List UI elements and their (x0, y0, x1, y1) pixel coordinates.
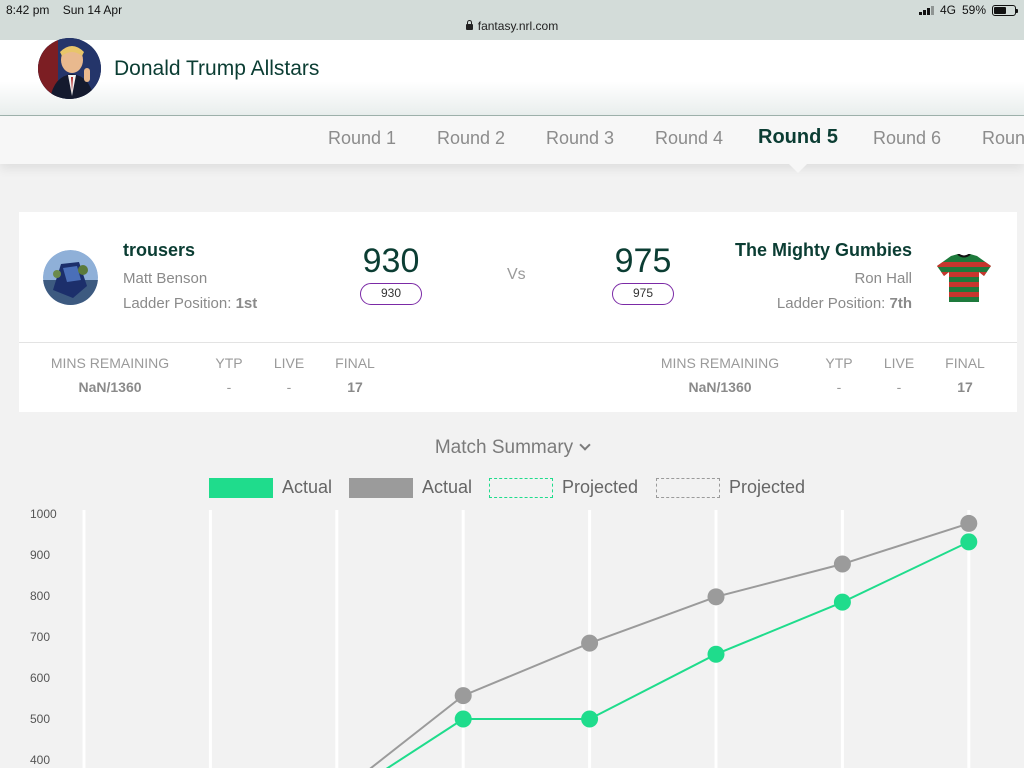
data-point-away-round-6 (707, 588, 725, 606)
card-divider (19, 342, 1017, 343)
legend-away-projected: Projected (656, 477, 805, 498)
chevron-down-icon (579, 439, 591, 451)
avatar[interactable] (38, 38, 101, 99)
address-bar[interactable]: fantasy.nrl.com (0, 19, 1024, 33)
series-leadin-green (385, 718, 464, 768)
data-point-away-round-7 (833, 555, 851, 573)
away-team-name[interactable]: The Mighty Gumbies (735, 240, 912, 261)
home-score: 930 (362, 242, 420, 280)
away-mins-remaining-value: NaN/1360 (688, 379, 752, 395)
home-live-value: - (286, 379, 292, 395)
away-ladder-label: Ladder Position: (776, 295, 886, 312)
network-label: 4G (939, 3, 956, 17)
team-header: Donald Trump Allstars (0, 38, 1024, 116)
data-point-home-round-6 (707, 645, 725, 663)
home-ladder-label: Ladder Position: (123, 295, 232, 312)
match-summary-toggle[interactable]: Match Summary (0, 437, 1024, 459)
tab-round-3[interactable]: Round 3 (546, 128, 614, 149)
y-tick-label-1000: 1000 (30, 507, 57, 521)
home-score-pill[interactable]: 930 (360, 283, 422, 305)
match-summary-label: Match Summary (434, 437, 574, 458)
legend-label-away-projected: Projected (729, 477, 806, 497)
status-bar: 8:42 pm Sun 14 Apr fantasy.nrl.com 4G 59… (0, 0, 1024, 40)
away-ladder-value: 7th (889, 295, 913, 312)
tab-round-6[interactable]: Round 6 (873, 128, 941, 149)
legend-label-away-actual: Actual (422, 477, 473, 497)
home-final-label: FINAL (335, 355, 375, 371)
data-point-home-round-7 (833, 593, 851, 611)
home-mins-remaining-value: NaN/1360 (78, 379, 142, 395)
battery-icon (992, 4, 1018, 16)
status-time-date: 8:42 pm Sun 14 Apr (6, 3, 122, 17)
tab-round-4[interactable]: Round 4 (655, 128, 723, 149)
score-progress-chart: 400 500 600 700 800 900 1000 (30, 507, 978, 768)
away-ytp-value: - (836, 379, 842, 395)
home-mins-remaining-label: MINS REMAINING (50, 355, 170, 371)
signal-icon (918, 5, 934, 15)
active-tab-pointer (788, 163, 808, 173)
url-text: fantasy.nrl.com (477, 19, 559, 33)
data-point-home-round-8 (960, 533, 978, 551)
tab-round-1[interactable]: Round 1 (328, 128, 396, 149)
away-ytp-label: YTP (825, 355, 853, 371)
tab-round-5[interactable]: Round 5 (758, 126, 838, 149)
data-point-home-round-4 (454, 710, 472, 728)
home-final-value: 17 (347, 379, 363, 395)
data-point-home-round-5 (581, 710, 599, 728)
data-point-away-round-5 (581, 634, 599, 652)
data-point-away-round-8 (960, 514, 978, 532)
home-team-name[interactable]: trousers (123, 240, 195, 261)
away-team-jersey (937, 253, 991, 302)
legend-home-projected: Projected (489, 477, 638, 498)
away-mins-remaining-label: MINS REMAINING (660, 355, 780, 371)
legend-away-actual: Actual (349, 477, 472, 498)
y-tick-label-500: 500 (30, 712, 50, 726)
match-card: trousers Matt Benson Ladder Position: 1s… (19, 212, 1017, 412)
status-time: 8:42 pm (6, 3, 50, 17)
home-ladder-position: Ladder Position: 1st (123, 295, 257, 312)
battery-level (994, 6, 1006, 14)
y-tick-label-400: 400 (30, 753, 50, 767)
y-tick-label-700: 700 (30, 630, 50, 644)
y-tick-label-600: 600 (30, 671, 50, 685)
status-date: Sun 14 Apr (62, 3, 123, 17)
versus-label: Vs (507, 266, 526, 283)
home-live-label: LIVE (273, 355, 305, 371)
data-point-away-round-4 (454, 687, 472, 705)
away-final-value: 17 (957, 379, 973, 395)
legend-label-home-projected: Projected (562, 477, 639, 497)
away-ladder-position: Ladder Position: 7th (777, 295, 912, 312)
away-final-label: FINAL (945, 355, 985, 371)
away-score: 975 (614, 242, 672, 280)
lock-icon (465, 20, 473, 30)
y-tick-label-900: 900 (30, 548, 50, 562)
home-team-logo (43, 250, 98, 305)
home-coach-name: Matt Benson (123, 270, 208, 287)
away-live-label: LIVE (883, 355, 915, 371)
legend-swatch-home-actual (209, 477, 273, 498)
legend-home-actual: Actual (209, 477, 332, 498)
away-coach-name: Ron Hall (854, 270, 912, 287)
battery-percent: 59% (961, 3, 986, 17)
round-tabs: Round 1 Round 2 Round 3 Round 4 Round 5 … (0, 116, 1024, 164)
tab-round-7[interactable]: Round 7 (982, 128, 1024, 149)
legend-swatch-away-projected (656, 477, 720, 498)
legend-label-home-actual: Actual (282, 477, 333, 497)
home-ytp-value: - (226, 379, 232, 395)
away-score-pill[interactable]: 975 (612, 283, 674, 305)
legend-swatch-home-projected (489, 477, 553, 498)
away-live-value: - (896, 379, 902, 395)
tab-round-2[interactable]: Round 2 (437, 128, 505, 149)
page-title: Donald Trump Allstars (114, 57, 320, 80)
home-ladder-value: 1st (235, 295, 258, 312)
home-ytp-label: YTP (215, 355, 243, 371)
y-tick-label-800: 800 (30, 589, 50, 603)
legend-swatch-away-actual (349, 477, 413, 498)
status-indicators: 4G 59% (918, 3, 1018, 17)
